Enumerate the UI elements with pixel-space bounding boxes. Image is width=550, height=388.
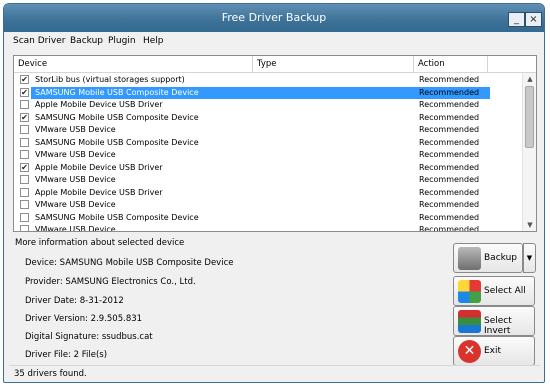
- backup-label: Backup: [484, 253, 517, 263]
- table-row[interactable]: ✔ SAMSUNG Mobile USB Composite Device Reco…: [14, 86, 524, 99]
- row-action: Recommended: [419, 175, 480, 184]
- vertical-scrollbar[interactable]: ▲ ▼: [522, 73, 536, 231]
- row-action: Recommended: [419, 187, 480, 197]
- row-device: SAMSUNG Mobile USB Composite Device: [35, 87, 199, 97]
- row-device: VMware USB Device: [35, 175, 116, 184]
- menu-backup[interactable]: Backup: [70, 36, 103, 46]
- table-row[interactable]: VMware USB Device Recommended: [14, 224, 524, 232]
- device-info-panel: More information about selected device D…: [13, 238, 447, 360]
- row-device: VMware USB Device: [35, 150, 116, 159]
- row-device: VMware USB Device: [35, 225, 116, 232]
- row-checkbox[interactable]: [20, 150, 29, 159]
- colored-stack-icon: [458, 310, 481, 333]
- row-device: SAMSUNG Mobile USB Composite Device: [35, 212, 199, 222]
- row-device: Apple Mobile Device USB Driver: [35, 162, 163, 172]
- menu-scan-driver[interactable]: Scan Driver: [13, 36, 65, 46]
- row-action: Recommended: [419, 100, 480, 109]
- column-action[interactable]: Action: [414, 56, 488, 73]
- status-text: 35 drivers found.: [14, 369, 87, 379]
- table-row[interactable]: VMware USB Device Recommended: [14, 199, 524, 212]
- column-device[interactable]: Device: [14, 56, 253, 73]
- driver-rows: ✔ StorLib bus (virtual storages support) R…: [14, 74, 524, 232]
- row-checkbox[interactable]: [20, 187, 29, 197]
- app-window: Free Driver Backup _ × Scan Driver Backu…: [3, 3, 545, 383]
- select-invert-label: Select Invert: [484, 316, 512, 336]
- select-all-label: Select All: [484, 286, 526, 296]
- menu-bar: Scan Driver Backup Plugin Help: [4, 32, 544, 52]
- table-row[interactable]: SAMSUNG Mobile USB Composite Device Recom…: [14, 212, 524, 225]
- row-device: VMware USB Device: [35, 200, 116, 209]
- scroll-thumb[interactable]: [525, 86, 534, 148]
- close-button[interactable]: ×: [525, 12, 542, 27]
- row-checkbox[interactable]: ✔: [20, 87, 29, 97]
- row-action: Recommended: [419, 212, 480, 222]
- info-driver-file: Driver File: 2 File(s): [25, 350, 108, 360]
- row-action: Recommended: [419, 137, 480, 147]
- table-row[interactable]: VMware USB Device Recommended: [14, 149, 524, 162]
- multi-color-grid-icon: [458, 280, 481, 303]
- table-row[interactable]: Apple Mobile Device USB Driver Recommende…: [14, 99, 524, 112]
- backup-dropdown-button[interactable]: ▼: [523, 243, 536, 273]
- select-all-button[interactable]: Select All: [453, 276, 535, 306]
- info-device: Device: SAMSUNG Mobile USB Composite Dev…: [25, 258, 234, 268]
- row-checkbox[interactable]: ✔: [20, 162, 29, 172]
- table-row[interactable]: ✔ SAMSUNG Mobile USB Composite Device Reco…: [14, 112, 524, 125]
- driver-list[interactable]: Device Type Action ✔ StorLib bus (virtual…: [13, 55, 537, 232]
- row-action: Recommended: [419, 162, 480, 172]
- drive-backup-icon: [458, 247, 481, 270]
- table-row[interactable]: VMware USB Device Recommended: [14, 174, 524, 187]
- row-device: Apple Mobile Device USB Driver: [35, 100, 163, 109]
- info-driver-version: Driver Version: 2.9.505.831: [25, 314, 143, 324]
- row-device: SAMSUNG Mobile USB Composite Device: [35, 137, 199, 147]
- table-row[interactable]: Apple Mobile Device USB Driver Recommende…: [14, 187, 524, 200]
- row-checkbox[interactable]: [20, 175, 29, 184]
- column-type[interactable]: Type: [253, 56, 414, 73]
- exit-label: Exit: [484, 346, 502, 356]
- scroll-down-icon[interactable]: ▼: [523, 219, 536, 231]
- row-device: SAMSUNG Mobile USB Composite Device: [35, 112, 199, 122]
- window-title: Free Driver Backup: [221, 11, 327, 24]
- row-checkbox[interactable]: [20, 125, 29, 134]
- row-action: Recommended: [419, 150, 480, 159]
- status-bar: 35 drivers found.: [9, 365, 540, 380]
- title-bar[interactable]: Free Driver Backup _ ×: [4, 4, 544, 32]
- row-checkbox[interactable]: [20, 212, 29, 222]
- exit-button[interactable]: ✕ Exit: [453, 336, 535, 366]
- row-checkbox[interactable]: ✔: [20, 75, 29, 84]
- menu-help[interactable]: Help: [143, 36, 164, 46]
- select-invert-button[interactable]: Select Invert: [453, 306, 535, 336]
- table-row[interactable]: SAMSUNG Mobile USB Composite Device Recom…: [14, 137, 524, 150]
- row-action: Recommended: [419, 125, 480, 134]
- row-action: Recommended: [419, 112, 480, 122]
- info-driver-date: Driver Date: 8-31-2012: [25, 296, 124, 306]
- row-checkbox[interactable]: [20, 225, 29, 231]
- backup-button[interactable]: Backup: [453, 243, 523, 273]
- info-digital-signature: Digital Signature: ssudbus.cat: [25, 332, 153, 342]
- list-header: Device Type Action: [14, 56, 536, 73]
- row-checkbox[interactable]: [20, 137, 29, 147]
- table-row[interactable]: VMware USB Device Recommended: [14, 124, 524, 137]
- row-device: StorLib bus (virtual storages support): [35, 75, 185, 84]
- row-action: Recommended: [419, 87, 480, 97]
- menu-plugin[interactable]: Plugin: [108, 36, 136, 46]
- red-x-icon: ✕: [458, 340, 481, 363]
- row-action: Recommended: [419, 225, 480, 232]
- row-device: VMware USB Device: [35, 125, 116, 134]
- table-row[interactable]: ✔ Apple Mobile Device USB Driver Recommend…: [14, 162, 524, 175]
- scroll-up-icon[interactable]: ▲: [523, 73, 536, 85]
- row-action: Recommended: [419, 200, 480, 209]
- table-row[interactable]: ✔ StorLib bus (virtual storages support) R…: [14, 74, 524, 87]
- row-device: Apple Mobile Device USB Driver: [35, 187, 163, 197]
- row-checkbox[interactable]: [20, 200, 29, 209]
- row-checkbox[interactable]: [20, 100, 29, 109]
- minimize-button[interactable]: _: [508, 12, 525, 27]
- info-title: More information about selected device: [15, 238, 185, 248]
- info-provider: Provider: SAMSUNG Electronics Co., Ltd.: [25, 277, 196, 287]
- row-action: Recommended: [419, 75, 480, 84]
- row-checkbox[interactable]: ✔: [20, 112, 29, 122]
